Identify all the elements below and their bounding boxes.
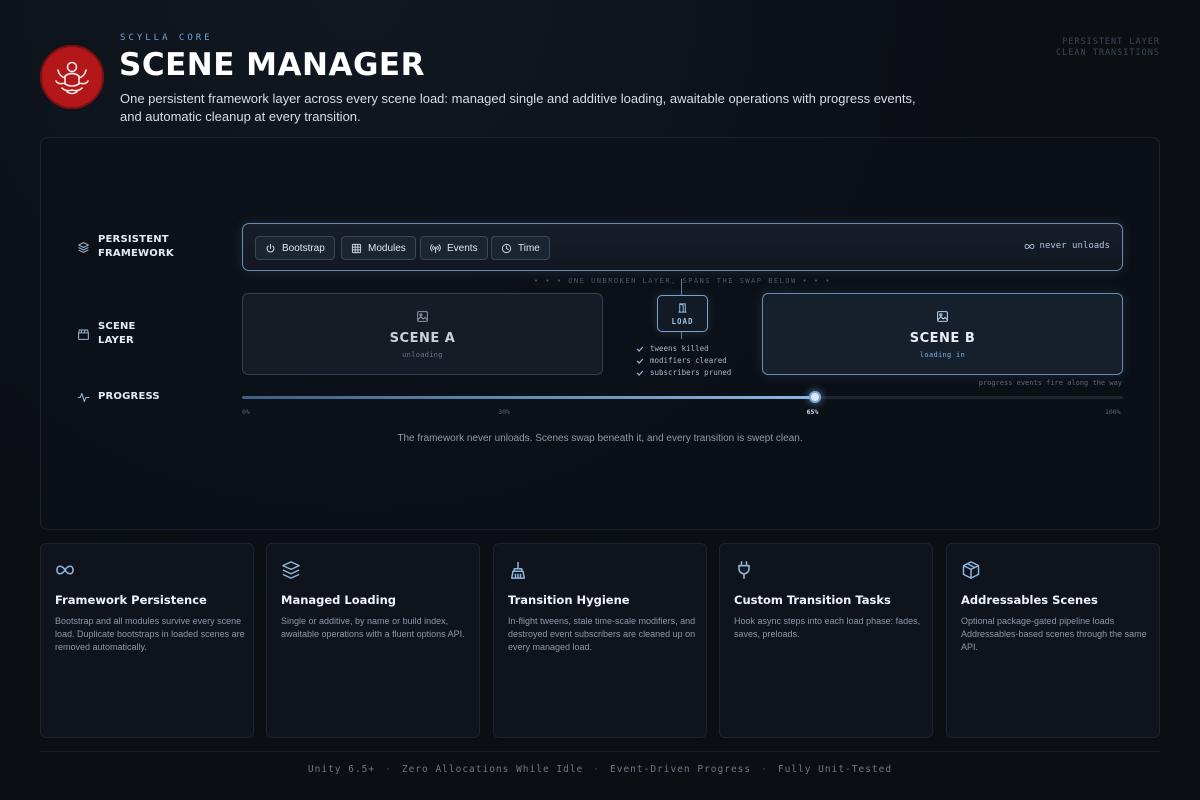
scene-a-status: unloading xyxy=(402,350,443,359)
footer-divider xyxy=(40,751,1160,752)
checklist-item: tweens killed xyxy=(636,343,731,355)
load-label: LOAD xyxy=(671,316,694,326)
page-subtitle: One persistent framework layer across ev… xyxy=(120,91,916,124)
feature-card-title: Framework Persistence xyxy=(55,593,207,607)
chip-bootstrap[interactable]: Bootstrap xyxy=(255,236,335,260)
progress-track xyxy=(242,391,1123,403)
row-label-text: PERSISTENT FRAMEWORK xyxy=(98,234,174,259)
footer: Unity 6.5+ · Zero Allocations While Idle · E… xyxy=(307,764,893,775)
image-icon xyxy=(937,310,948,322)
package-icon xyxy=(962,561,980,579)
diagram-tagline: The framework never unloads. Scenes swap… xyxy=(397,433,803,444)
feature-card-desc: Hook async steps into each load phase: f… xyxy=(734,616,921,639)
feature-card: Framework Persistence Bootstrap and all … xyxy=(40,543,254,738)
broom-icon xyxy=(511,561,525,579)
row-label-progress: PROGRESS xyxy=(77,390,160,404)
spans-caption: • • • ONE UNBROKEN LAYER, SPANS THE SWAP… xyxy=(533,277,832,285)
header-tag: PERSISTENT LAYER xyxy=(1062,37,1160,47)
scene-a-card: SCENE A unloading xyxy=(242,293,603,375)
eyebrow: SCYLLA CORE xyxy=(120,33,213,43)
chip-label: Bootstrap xyxy=(282,242,325,254)
progress-knob[interactable] xyxy=(808,391,821,403)
chip-time[interactable]: Time xyxy=(491,236,550,260)
footer-item: Event-Driven Progress xyxy=(610,764,752,775)
cleanup-checklist: tweens killed modifiers cleared subscrib… xyxy=(636,343,731,379)
footer-item: Unity 6.5+ xyxy=(307,764,376,775)
row-label-text: PROGRESS xyxy=(98,391,160,402)
layers-icon xyxy=(282,561,300,579)
scene-b-card: SCENE B loading in xyxy=(762,293,1123,375)
feature-card-title: Custom Transition Tasks xyxy=(734,593,891,607)
chip-label: Modules xyxy=(368,242,406,254)
check-icon xyxy=(636,358,644,364)
progress-tick: 30% xyxy=(498,408,511,416)
never-unloads-text: never unloads xyxy=(1039,241,1110,251)
load-connector-bottom xyxy=(681,332,682,339)
row-label-scene: SCENE LAYER xyxy=(77,320,143,348)
progress-fill xyxy=(242,396,815,399)
door-icon xyxy=(678,302,687,313)
check-icon xyxy=(636,370,644,376)
image-icon xyxy=(417,310,428,322)
persistent-framework-bar: Bootstrap Modules Events Time never unlo… xyxy=(242,223,1123,271)
feature-card: Addressables Scenes Optional package-gat… xyxy=(946,543,1160,738)
grid-icon xyxy=(351,243,362,253)
infinity-icon xyxy=(1024,243,1034,249)
page-title: SCENE MANAGER xyxy=(119,47,425,83)
logo xyxy=(40,45,104,109)
checklist-item: subscribers pruned xyxy=(636,367,731,379)
load-connector-top xyxy=(681,279,682,295)
chip-label: Time xyxy=(518,242,540,254)
row-label-text: SCENE LAYER xyxy=(98,321,136,346)
feature-card-desc: Bootstrap and all modules survive every … xyxy=(55,616,245,652)
scylla-crest-icon xyxy=(55,61,89,95)
feature-card-desc: Single or additive, by name or build ind… xyxy=(281,616,465,639)
chip-modules[interactable]: Modules xyxy=(341,236,416,260)
scene-b-name: SCENE B xyxy=(909,330,976,346)
footer-item: Zero Allocations While Idle xyxy=(401,764,584,775)
feature-card: Custom Transition Tasks Hook async steps… xyxy=(719,543,933,738)
feature-card-desc: Optional package-gated pipeline loads Ad… xyxy=(961,616,1147,652)
footer-item: Fully Unit-Tested xyxy=(777,764,893,775)
progress-tick: 65% xyxy=(806,408,819,416)
feature-card: Managed Loading Single or additive, by n… xyxy=(266,543,480,738)
checklist-item: modifiers cleared xyxy=(636,355,731,367)
feature-card-title: Transition Hygiene xyxy=(508,593,630,607)
row-label-framework: PERSISTENT FRAMEWORK xyxy=(77,233,174,261)
progress-tick: 0% xyxy=(242,408,250,416)
progress-note: progress events fire along the way xyxy=(978,379,1122,387)
never-unloads-badge: never unloads xyxy=(1024,241,1110,251)
feature-card-title: Managed Loading xyxy=(281,593,396,607)
load-node: LOAD xyxy=(657,295,708,332)
chip-label: Events xyxy=(447,242,478,254)
scene-a-name: SCENE A xyxy=(389,330,456,346)
header-tag: CLEAN TRANSITIONS xyxy=(1056,48,1160,58)
clock-icon xyxy=(501,243,512,253)
progress-tick: 100% xyxy=(1105,408,1121,416)
header-tags: PERSISTENT LAYER CLEAN TRANSITIONS xyxy=(1056,37,1160,59)
checklist-text: tweens killed xyxy=(650,344,709,353)
broadcast-icon xyxy=(430,243,441,253)
feature-card-desc: In-flight tweens, stale time-scale modif… xyxy=(508,616,696,652)
plug-icon xyxy=(738,561,750,579)
layers-icon xyxy=(78,241,89,253)
clapperboard-icon xyxy=(78,329,89,340)
scene-b-status: loading in xyxy=(919,350,966,359)
checklist-text: subscribers pruned xyxy=(650,368,732,377)
feature-card: Transition Hygiene In-flight tweens, sta… xyxy=(493,543,707,738)
chip-events[interactable]: Events xyxy=(420,236,488,260)
checklist-text: modifiers cleared xyxy=(650,356,727,365)
power-icon xyxy=(266,243,275,252)
check-icon xyxy=(636,346,644,352)
infinity-icon xyxy=(56,565,74,575)
feature-card-title: Addressables Scenes xyxy=(961,593,1098,607)
pulse-icon xyxy=(77,392,90,402)
